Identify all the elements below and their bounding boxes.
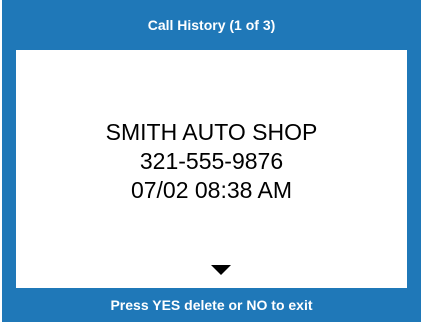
caller-name: SMITH AUTO SHOP xyxy=(105,119,318,145)
call-entry: SMITH AUTO SHOP 321-555-9876 07/02 08:38… xyxy=(16,118,407,205)
title-bar: Call History (1 of 3) xyxy=(2,0,421,50)
call-entry-panel: SMITH AUTO SHOP 321-555-9876 07/02 08:38… xyxy=(16,50,407,288)
instruction-bar: Press YES delete or NO to exit xyxy=(2,288,421,322)
caller-number: 321-555-9876 xyxy=(139,148,284,174)
call-history-screen: Call History (1 of 3) SMITH AUTO SHOP 32… xyxy=(2,0,421,322)
down-triangle-icon xyxy=(211,265,231,275)
screen-title: Call History (1 of 3) xyxy=(147,17,276,33)
footer-instruction: Press YES delete or NO to exit xyxy=(110,297,313,313)
call-datetime: 07/02 08:38 AM xyxy=(130,177,293,203)
